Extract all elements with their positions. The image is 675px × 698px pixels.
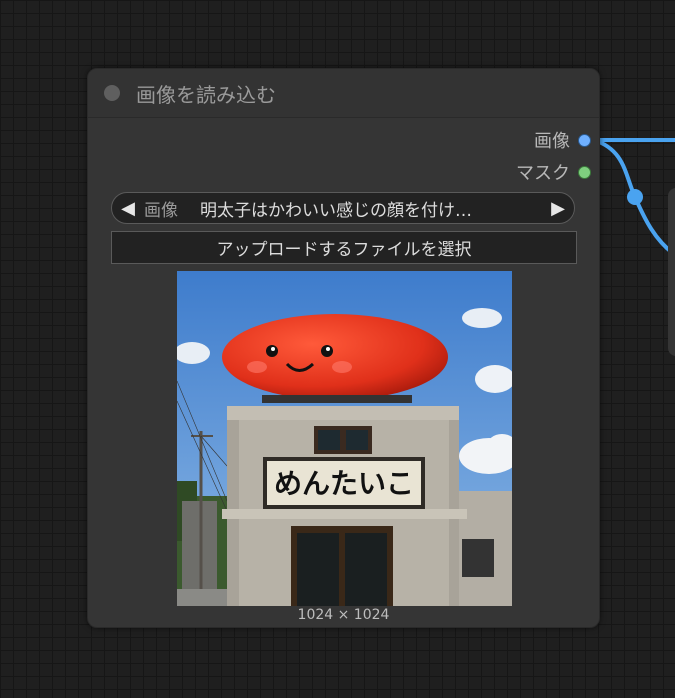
combo-label: 画像 [144, 200, 178, 221]
triangle-right-icon[interactable]: ▶ [542, 198, 574, 219]
collapse-dot-icon[interactable] [104, 85, 120, 101]
image-size-label: 1024 × 1024 [297, 607, 390, 623]
load-image-node[interactable]: 画像を読み込む 画像 マスク ◀ 画像 明太子はかわいい感じの顔を付け… ▶ ア… [87, 68, 600, 628]
link-midpoint-handle [627, 189, 643, 205]
combo-value[interactable]: 明太子はかわいい感じの顔を付け… [200, 196, 542, 221]
image-preview: めんたいこ [177, 271, 512, 606]
output-image-label: 画像 [534, 131, 570, 152]
node-header[interactable]: 画像を読み込む [88, 69, 599, 118]
output-image-slot-icon[interactable] [578, 133, 591, 147]
triangle-left-icon[interactable]: ◀ [112, 198, 144, 219]
output-mask[interactable]: マスク [516, 161, 591, 184]
graph-canvas[interactable]: 画像を読み込む 画像 マスク ◀ 画像 明太子はかわいい感じの顔を付け… ▶ ア… [0, 0, 675, 698]
image-combo[interactable]: ◀ 画像 明太子はかわいい感じの顔を付け… ▶ [111, 192, 575, 224]
shop-sign-text: めんたいこ [274, 467, 414, 500]
output-image[interactable]: 画像 [534, 129, 591, 152]
connected-node-edge[interactable] [668, 188, 675, 356]
upload-button[interactable]: アップロードするファイルを選択 [111, 231, 577, 264]
output-mask-label: マスク [516, 163, 570, 184]
node-title: 画像を読み込む [136, 83, 276, 107]
output-mask-slot-icon[interactable] [578, 165, 591, 179]
